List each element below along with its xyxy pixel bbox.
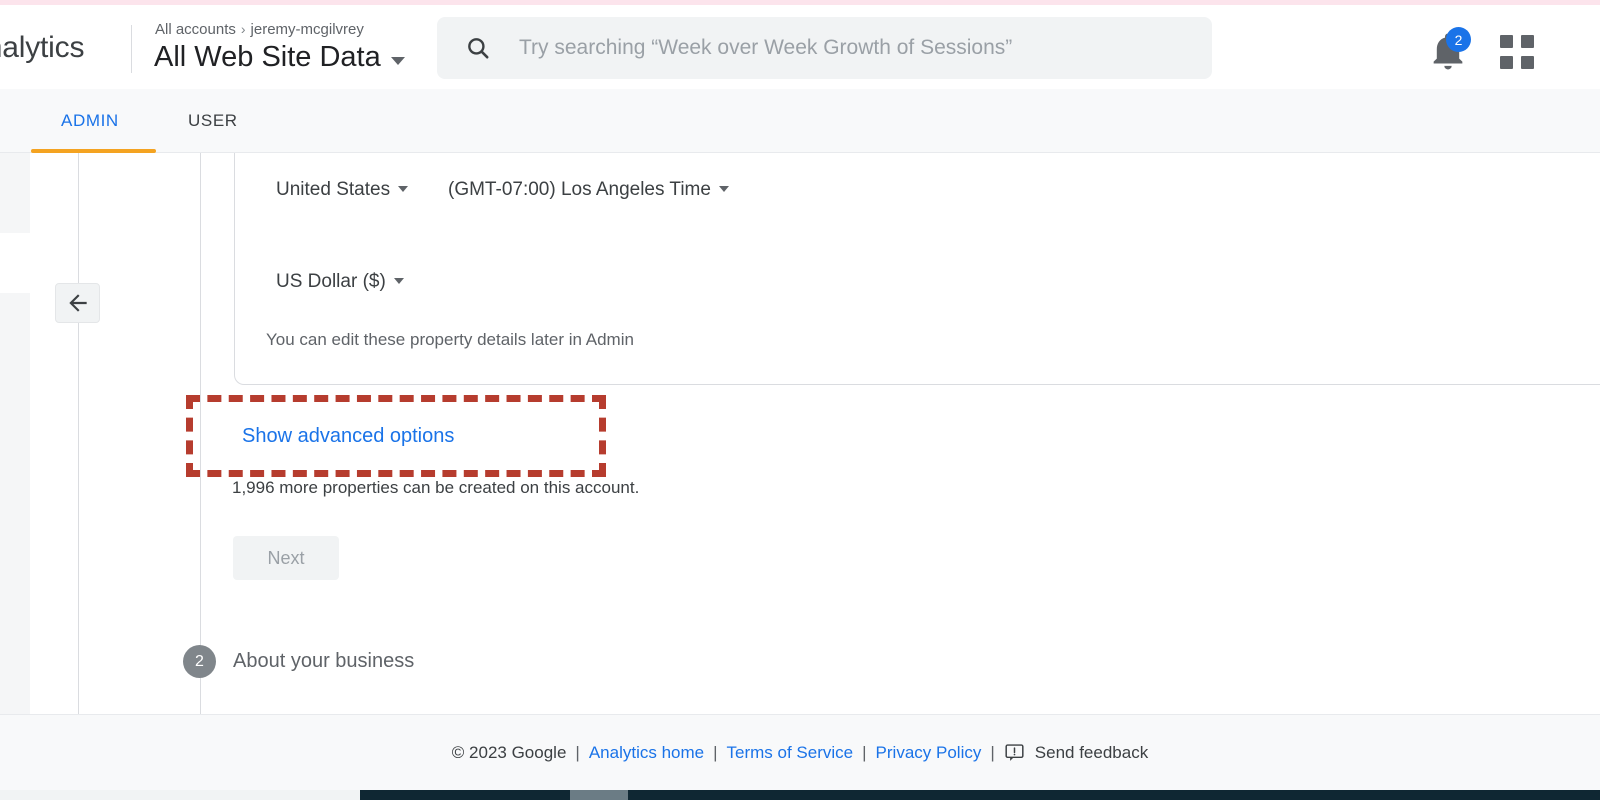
search-input[interactable]	[517, 35, 1177, 61]
footer-separator: |	[575, 743, 579, 763]
timezone-dropdown[interactable]: (GMT-07:00) Los Angeles Time	[448, 179, 729, 201]
send-feedback-button[interactable]: Send feedback	[1004, 742, 1148, 763]
notifications-button[interactable]: 2	[1427, 31, 1469, 73]
nav-rail-divider	[78, 153, 79, 714]
country-value: United States	[276, 179, 390, 201]
property-selector[interactable]: All Web Site Data	[154, 41, 405, 74]
footer-separator: |	[990, 743, 994, 763]
os-taskbar-active-segment	[570, 790, 628, 800]
apps-grid-dot	[1521, 35, 1534, 48]
main-content: United States (GMT-07:00) Los Angeles Ti…	[0, 153, 1600, 714]
next-button[interactable]: Next	[233, 536, 339, 580]
properties-quota-text: 1,996 more properties can be created on …	[232, 478, 639, 498]
analytics-logo-text: Analytics	[0, 31, 84, 65]
send-feedback-label: Send feedback	[1035, 743, 1148, 763]
card-helper-text: You can edit these property details late…	[266, 330, 634, 350]
app-header: Analytics All accounts›jeremy-mcgilvrey …	[0, 5, 1600, 89]
breadcrumb-separator-icon: ›	[241, 21, 246, 37]
tab-user[interactable]: USER	[188, 89, 238, 153]
apps-grid-icon[interactable]	[1500, 35, 1534, 69]
currency-dropdown[interactable]: US Dollar ($)	[276, 271, 404, 293]
apps-grid-dot	[1521, 56, 1534, 69]
step-2-label: About your business	[233, 650, 414, 673]
header-divider	[131, 25, 132, 73]
feedback-icon	[1004, 742, 1025, 763]
app-screen: Analytics All accounts›jeremy-mcgilvrey …	[0, 0, 1600, 800]
notification-badge: 2	[1446, 27, 1471, 52]
footer-link-analytics-home[interactable]: Analytics home	[589, 743, 704, 763]
footer-copyright: © 2023 Google	[452, 743, 567, 763]
property-title-text: All Web Site Data	[154, 41, 381, 74]
timezone-value: (GMT-07:00) Los Angeles Time	[448, 179, 711, 201]
os-taskbar-left-segment	[0, 790, 360, 800]
currency-value: US Dollar ($)	[276, 271, 386, 293]
step-2-number-badge: 2	[183, 645, 216, 678]
show-advanced-options-link[interactable]: Show advanced options	[242, 425, 454, 448]
chevron-down-icon	[398, 186, 408, 192]
footer-link-terms-of-service[interactable]: Terms of Service	[727, 743, 854, 763]
country-dropdown[interactable]: United States	[276, 179, 408, 201]
breadcrumb-all-accounts[interactable]: All accounts	[155, 21, 236, 38]
property-details-card	[234, 153, 1600, 385]
show-advanced-options-highlight: Show advanced options	[186, 395, 606, 477]
collapse-sidebar-button[interactable]	[55, 283, 100, 323]
apps-grid-dot	[1500, 56, 1513, 69]
chevron-down-icon	[394, 278, 404, 284]
page-footer: © 2023 Google | Analytics home | Terms o…	[0, 714, 1600, 790]
search-icon	[465, 35, 491, 61]
footer-link-privacy-policy[interactable]: Privacy Policy	[876, 743, 982, 763]
admin-user-tabs: ADMIN USER	[0, 89, 1600, 153]
breadcrumb[interactable]: All accounts › jeremy-mcgilvrey	[155, 21, 364, 38]
step-2-about-your-business[interactable]: 2 About your business	[183, 645, 414, 678]
search-bar[interactable]	[437, 17, 1212, 79]
apps-grid-dot	[1500, 35, 1513, 48]
chevron-down-icon	[391, 57, 405, 65]
chevron-down-icon	[719, 186, 729, 192]
footer-separator: |	[862, 743, 866, 763]
tab-admin[interactable]: ADMIN	[61, 89, 119, 153]
left-gutter-notch	[0, 233, 30, 293]
footer-separator: |	[713, 743, 717, 763]
arrow-left-icon	[65, 290, 91, 316]
breadcrumb-account[interactable]: jeremy-mcgilvrey	[251, 21, 364, 38]
